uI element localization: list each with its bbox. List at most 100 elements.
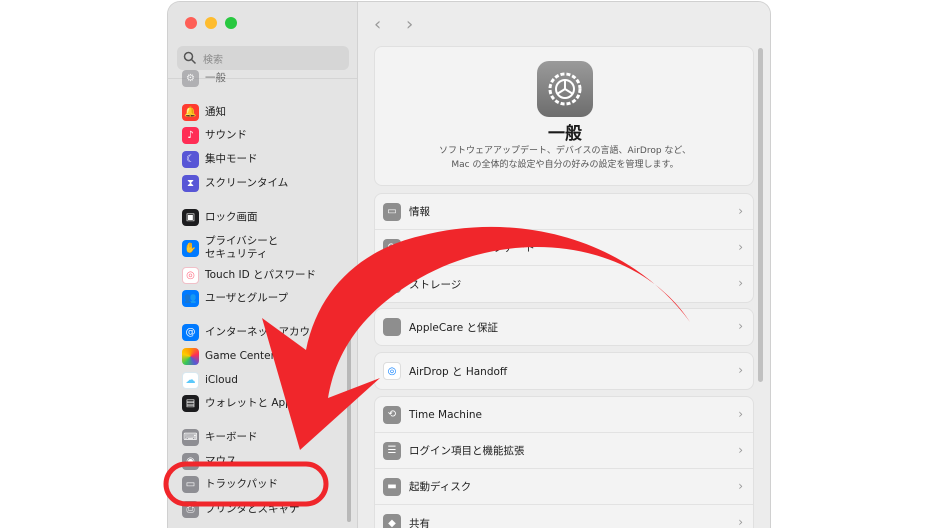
sidebar-item-label: ロック画面 [205,210,258,223]
sidebar-item-label: ユーザとグループ [205,291,289,304]
sidebar-item-notifications[interactable]: 🔔 通知 [182,102,226,122]
apple-icon [383,318,401,336]
sidebar-item-label: プライバシーと セキュリティ [205,235,279,260]
chevron-right-icon: › [738,204,743,218]
gear-icon [537,61,593,117]
gear-icon: ⚙ [182,69,199,87]
sidebar-item-mouse[interactable]: ◉ マウス [182,451,237,471]
users-icon: 👥 [182,289,199,307]
minimize-button[interactable] [205,17,217,29]
hourglass-icon: ⧗ [182,174,199,192]
sidebar-item-trackpad[interactable]: ▭ トラックパッド [182,474,278,494]
sidebar-item-icloud[interactable]: ☁ iCloud [182,370,238,390]
search-placeholder: 検索 [203,54,223,66]
sidebar-item-label: Touch ID とパスワード [205,268,316,281]
row-about[interactable]: ▭ 情報 › [375,194,753,230]
storage-icon: ▬ [383,275,401,293]
sidebar-item-label: キーボード [205,430,258,443]
main-pane: ‹ › 一般 ソフトウェアアップデート、デバイスの言語、AirDrop など、 … [358,2,770,528]
sidebar-scrollbar[interactable] [347,292,351,522]
row-time-machine[interactable]: ⟲ Time Machine › [375,397,753,433]
hand-icon: ✋ [182,239,199,257]
sidebar-item-sound[interactable]: ♪ サウンド [182,125,247,145]
row-label: ストレージ [409,278,462,291]
chevron-right-icon: › [738,515,743,528]
chevron-right-icon: › [738,319,743,333]
row-label: Time Machine [409,408,482,421]
sidebar-item-label: Game Center [205,349,275,362]
close-button[interactable] [185,17,197,29]
search-field[interactable]: 検索 [177,46,349,70]
row-software-update[interactable]: ⟳ ソフトウェアアップデート › [375,230,753,266]
settings-group: ▭ 情報 › ⟳ ソフトウェアアップデート › ▬ ストレージ › [374,193,754,303]
fingerprint-icon: ◎ [182,266,199,284]
sidebar-item-focus[interactable]: ☾ 集中モード [182,149,258,169]
sidebar-item-internet-accounts[interactable]: @ インターネットアカウ [182,322,310,342]
row-login-items[interactable]: ☰ ログイン項目と機能拡張 › [375,433,753,469]
chevron-right-icon: › [738,240,743,254]
chevron-right-icon: › [738,276,743,290]
at-icon: @ [182,323,199,341]
zoom-button[interactable] [225,17,237,29]
sidebar-item-wallet[interactable]: ▤ ウォレットと Apple P [182,393,311,413]
sidebar-item-label: スクリーンタイム [205,176,289,189]
sidebar-item-label: マウス [205,454,237,467]
disk-icon: ▬ [383,477,401,496]
lock-icon: ▣ [182,208,199,226]
row-airdrop[interactable]: ◎ AirDrop と Handoff › [375,353,753,389]
row-applecare[interactable]: AppleCare と保証 › [375,309,753,345]
row-storage[interactable]: ▬ ストレージ › [375,266,753,302]
sidebar-item-label: ウォレットと Apple P [205,396,311,409]
settings-group: ◎ AirDrop と Handoff › [374,352,754,390]
mouse-icon: ◉ [182,452,199,470]
row-sharing[interactable]: ◆ 共有 › [375,505,753,528]
search-icon [183,51,197,65]
sidebar-item-printers[interactable]: ⎙ プリンタとスキャナ [182,499,300,519]
list-icon: ☰ [383,441,401,460]
row-label: 起動ディスク [409,481,472,493]
forward-icon[interactable]: › [406,14,413,35]
sidebar-item-lock-screen[interactable]: ▣ ロック画面 [182,207,258,227]
sidebar-item-label: 一般 [205,71,226,84]
sidebar-item-label: インターネットアカウ [205,325,310,338]
wallet-icon: ▤ [182,394,199,412]
chevron-right-icon: › [738,407,743,421]
sidebar-item-users[interactable]: 👥 ユーザとグループ [182,288,288,308]
sidebar-item-label: iCloud [205,373,238,386]
row-label: AppleCare と保証 [409,321,499,334]
row-label: ログイン項目と機能拡張 [409,445,525,457]
back-icon[interactable]: ‹ [374,14,381,35]
sidebar-item-touch-id[interactable]: ◎ Touch ID とパスワード [182,265,316,285]
main-scrollbar[interactable] [758,48,763,382]
page-description: ソフトウェアアップデート、デバイスの言語、AirDrop など、 Mac の全体… [405,144,725,172]
row-label: 共有 [409,517,430,528]
speaker-icon: ♪ [182,126,199,144]
sidebar-item-general[interactable]: ⚙ 一般 [182,68,226,88]
cloud-icon: ☁ [182,371,199,389]
sidebar-item-game-center[interactable]: Game Center [182,346,275,366]
moon-icon: ☾ [182,150,199,168]
chevron-right-icon: › [738,479,743,493]
page-title: 一般 [548,124,582,144]
general-header: 一般 ソフトウェアアップデート、デバイスの言語、AirDrop など、 Mac … [374,46,754,186]
settings-window: 検索 ⚙ 一般 🔔 通知 ♪ サウンド ☾ 集中モード ⧗ スクリーンタイム ▣ ロック画面… [168,2,770,528]
sidebar-item-keyboard[interactable]: ⌨ キーボード [182,427,258,447]
keyboard-icon: ⌨ [182,428,199,446]
chevron-right-icon: › [738,363,743,377]
sidebar-item-privacy[interactable]: ✋ プライバシーと セキュリティ [182,234,278,262]
sidebar-item-label: プリンタとスキャナ [205,502,300,515]
trackpad-icon: ▭ [182,475,199,493]
description-line: ソフトウェアアップデート、デバイスの言語、AirDrop など、 [439,146,691,156]
sidebar-item-label: トラックパッド [205,477,278,490]
sidebar-item-label: 通知 [205,105,226,118]
bell-icon: 🔔 [182,103,199,121]
chevron-right-icon: › [738,443,743,457]
description-line: Mac の全体的な設定や自分の好みの設定を管理します。 [451,160,679,170]
timemachine-icon: ⟲ [383,405,401,424]
row-startup-disk[interactable]: ▬ 起動ディスク › [375,469,753,505]
row-label: AirDrop と Handoff [409,365,508,378]
sidebar-item-screen-time[interactable]: ⧗ スクリーンタイム [182,173,288,193]
share-icon: ◆ [383,514,401,528]
sidebar: 検索 ⚙ 一般 🔔 通知 ♪ サウンド ☾ 集中モード ⧗ スクリーンタイム ▣ ロック画面… [168,2,358,528]
sidebar-item-label: 集中モード [205,152,258,165]
